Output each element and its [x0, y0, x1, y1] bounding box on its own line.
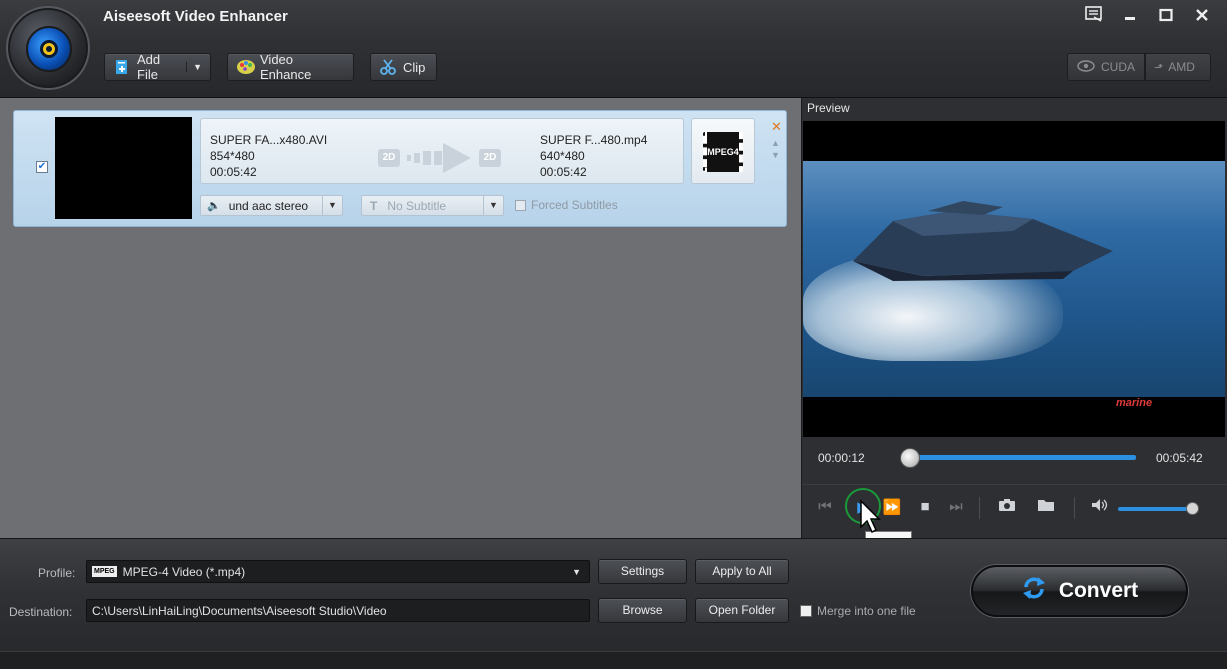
total-time: 00:05:42: [1156, 451, 1203, 465]
palette-icon: [236, 58, 255, 76]
destination-field[interactable]: C:\Users\LinHaiLing\Documents\Aiseesoft …: [86, 599, 590, 622]
add-file-icon: [113, 58, 131, 76]
minimize-icon[interactable]: [1119, 6, 1141, 28]
forced-subtitles-option[interactable]: Forced Subtitles: [515, 198, 618, 212]
remove-item-icon[interactable]: ✕: [771, 119, 782, 135]
stop-icon[interactable]: ■: [915, 498, 935, 515]
snapshot-icon[interactable]: [997, 498, 1017, 516]
preview-label: Preview: [807, 101, 850, 115]
speaker-icon: 🔈: [207, 200, 221, 212]
reorder-icon[interactable]: ▲ ▼: [771, 137, 780, 161]
amd-button[interactable]: ⬏ AMD: [1145, 53, 1211, 81]
maximize-icon[interactable]: [1155, 6, 1177, 28]
seek-thumb[interactable]: [900, 448, 921, 468]
subtitle-value: No Subtitle: [387, 198, 447, 213]
merge-label: Merge into one file: [817, 604, 916, 618]
convert-label: Convert: [1058, 579, 1139, 602]
audio-track-select[interactable]: 🔈 und aac stereo ▼: [200, 195, 343, 216]
profile-value: MPEG-4 Video (*.mp4): [122, 564, 246, 579]
destination-value: C:\Users\LinHaiLing\Documents\Aiseesoft …: [92, 603, 387, 618]
volume-slider[interactable]: [1118, 507, 1196, 511]
cuda-button[interactable]: CUDA: [1067, 53, 1145, 81]
divider: [979, 497, 980, 519]
output-2d-badge[interactable]: 2D: [479, 149, 501, 167]
add-file-label: Add File: [137, 52, 161, 82]
video-preview[interactable]: marine: [803, 121, 1225, 437]
menu-icon[interactable]: [1083, 6, 1105, 28]
video-frame: marine: [803, 161, 1225, 409]
destination-label: Destination:: [9, 605, 73, 619]
boat-image: [853, 201, 1113, 281]
chevron-down-icon[interactable]: ▼: [322, 196, 342, 215]
clip-label: Clip: [403, 59, 426, 75]
volume-thumb[interactable]: [1186, 502, 1200, 515]
forced-subtitles-label: Forced Subtitles: [531, 198, 618, 212]
subtitle-select[interactable]: T No Subtitle ▼: [361, 195, 504, 216]
output-filename: SUPER F...480.mp4: [540, 133, 648, 147]
app-title: Aiseesoft Video Enhancer: [103, 8, 288, 25]
current-time: 00:00:12: [818, 451, 865, 465]
divider: [1074, 497, 1075, 519]
amd-icon: ⬏: [1154, 61, 1164, 74]
file-item[interactable]: ✔ SUPER FA...x480.AVI 854*480 00:05:42 2…: [13, 110, 787, 227]
nvidia-icon: [1076, 59, 1096, 76]
audio-track-value: und aac stereo: [228, 198, 309, 213]
logo-eye: [40, 40, 58, 58]
app-logo-icon: [6, 6, 90, 90]
clip-button[interactable]: Clip: [370, 53, 437, 81]
output-format-button[interactable]: MPEG4: [691, 118, 755, 184]
skip-forward-icon[interactable]: ⏭: [946, 498, 966, 515]
output-info: SUPER F...480.mp4 640*480 00:05:42: [540, 132, 647, 180]
skip-back-icon[interactable]: ⏮: [815, 498, 835, 515]
open-folder-button[interactable]: Open Folder: [695, 598, 789, 623]
video-enhance-button[interactable]: Video Enhance: [227, 52, 354, 82]
video-thumbnail[interactable]: [55, 117, 192, 219]
text-icon: T: [370, 198, 378, 213]
add-file-button[interactable]: Add File ▼: [104, 52, 211, 82]
apply-to-all-button[interactable]: Apply to All: [695, 559, 789, 584]
convert-button[interactable]: Convert: [971, 565, 1188, 617]
scissors-icon: [379, 58, 397, 76]
output-resolution: 640*480: [540, 149, 585, 163]
conversion-info: SUPER FA...x480.AVI 854*480 00:05:42 2D …: [200, 118, 684, 184]
output-duration: 00:05:42: [540, 165, 587, 179]
mouse-cursor-icon: [860, 499, 881, 534]
close-icon[interactable]: [1191, 6, 1213, 28]
logo-lens: [26, 26, 72, 72]
profile-select[interactable]: MPEG MPEG-4 Video (*.mp4) ▼: [86, 560, 590, 583]
source-resolution: 854*480: [210, 149, 255, 163]
profile-label: Profile:: [38, 566, 76, 580]
video-enhance-label: Video Enhance: [260, 52, 312, 82]
merge-checkbox[interactable]: [800, 605, 812, 617]
status-bar: [0, 651, 1227, 669]
volume-icon[interactable]: [1090, 498, 1110, 516]
source-info: SUPER FA...x480.AVI 854*480 00:05:42: [210, 132, 327, 180]
browse-button[interactable]: Browse: [598, 598, 687, 623]
fast-forward-icon[interactable]: ⏩: [882, 498, 902, 516]
folder-icon[interactable]: [1036, 498, 1056, 516]
source-filename: SUPER FA...x480.AVI: [210, 133, 328, 147]
output-settings-bar: Profile: MPEG MPEG-4 Video (*.mp4) ▼ Set…: [0, 538, 1227, 669]
chevron-down-icon[interactable]: ▼: [483, 196, 503, 215]
refresh-icon: [1021, 575, 1047, 607]
amd-label: AMD: [1168, 60, 1195, 74]
forced-subtitles-checkbox[interactable]: [515, 199, 526, 211]
window-controls: [1083, 6, 1213, 28]
add-file-dropdown-icon[interactable]: ▼: [186, 62, 202, 72]
file-list: ✔ SUPER FA...x480.AVI 854*480 00:05:42 2…: [0, 98, 801, 538]
mpeg-format-icon: MPEG: [92, 566, 117, 577]
source-duration: 00:05:42: [210, 165, 257, 179]
source-2d-badge[interactable]: 2D: [378, 149, 400, 167]
settings-button[interactable]: Settings: [598, 559, 687, 584]
file-item-checkbox[interactable]: ✔: [36, 161, 48, 173]
preview-panel: Preview marine 00:00:12 00:05:42 ⏮ ▶ ⏩ ■…: [801, 98, 1227, 538]
cuda-label: CUDA: [1101, 60, 1136, 74]
merge-option[interactable]: Merge into one file: [800, 604, 916, 618]
chevron-down-icon[interactable]: ▼: [572, 567, 581, 577]
seek-bar[interactable]: [902, 455, 1136, 460]
convert-arrow-icon: [407, 141, 471, 178]
video-watermark: marine: [1116, 397, 1153, 409]
title-toolbar-area: Aiseesoft Video Enhancer Add File ▼ Vide…: [0, 0, 1227, 98]
mpeg4-icon: MPEG4: [703, 132, 743, 172]
